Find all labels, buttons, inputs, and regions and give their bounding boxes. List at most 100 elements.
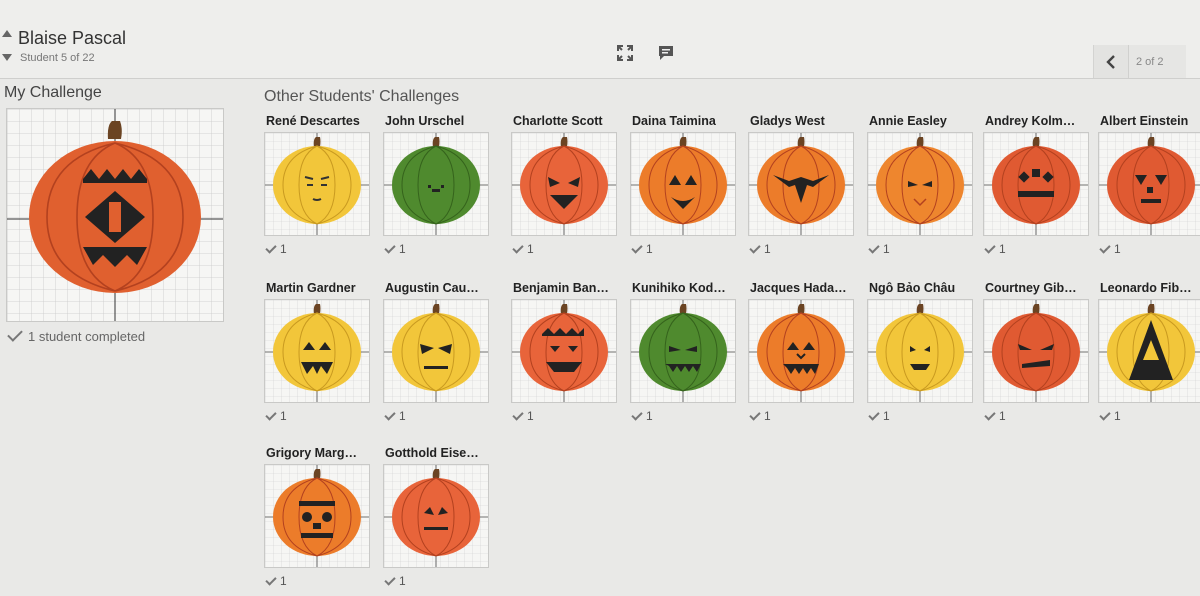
completion-status: 1 student completed [7, 326, 145, 344]
check-icon [1099, 242, 1111, 254]
completion-count: 1 [868, 242, 890, 256]
student-challenge-tile[interactable]: Ngô Bảo Châu 1 [867, 281, 979, 431]
student-name-label: Annie Easley [869, 114, 947, 128]
check-icon [384, 574, 396, 586]
pumpkin-thumbnail[interactable] [383, 464, 489, 568]
completion-count: 1 [384, 242, 406, 256]
chevron-up-icon[interactable] [2, 30, 12, 37]
pumpkin-thumbnail[interactable] [983, 299, 1089, 403]
pumpkin-thumbnail[interactable] [383, 299, 489, 403]
pumpkin-thumbnail[interactable] [748, 132, 854, 236]
student-name-label: Jacques Hada… [750, 281, 847, 295]
student-name-label: Andrey Kolm… [985, 114, 1076, 128]
completion-count: 1 [384, 574, 406, 588]
completion-count: 1 [265, 574, 287, 588]
header-bar: Blaise Pascal Student 5 of 22 2 of 2 [0, 0, 1200, 79]
student-challenge-tile[interactable]: Courtney Gib… 1 [983, 281, 1095, 431]
completion-count: 1 [631, 409, 653, 423]
student-name-label: Augustin Cau… [385, 281, 479, 295]
fullscreen-icon[interactable] [616, 44, 634, 62]
completion-count-value: 1 [527, 409, 534, 423]
student-challenge-tile[interactable]: Albert Einstein 1 [1098, 114, 1200, 264]
student-name-label: Benjamin Ban… [513, 281, 609, 295]
check-icon [984, 242, 996, 254]
completion-count-value: 1 [280, 409, 287, 423]
completion-count: 1 [749, 242, 771, 256]
completion-count-value: 1 [399, 574, 406, 588]
student-challenge-tile[interactable]: Benjamin Ban… 1 [511, 281, 623, 431]
completion-count-value: 1 [883, 409, 890, 423]
pumpkin-thumbnail[interactable] [511, 299, 617, 403]
completion-count-value: 1 [1114, 409, 1121, 423]
student-challenge-tile[interactable]: Martin Gardner 1 [264, 281, 376, 431]
pumpkin-thumbnail[interactable] [383, 132, 489, 236]
pumpkin-thumbnail[interactable] [511, 132, 617, 236]
student-challenge-tile[interactable]: Daina Taimina 1 [630, 114, 742, 264]
student-name-label: Gladys West [750, 114, 825, 128]
other-challenges-title: Other Students' Challenges [264, 88, 460, 105]
student-challenge-tile[interactable]: René Descartes 1 [264, 114, 376, 264]
completion-count: 1 [1099, 409, 1121, 423]
completion-count-value: 1 [999, 242, 1006, 256]
check-icon [984, 409, 996, 421]
check-icon [265, 409, 277, 421]
student-challenge-tile[interactable]: Charlotte Scott 1 [511, 114, 623, 264]
pumpkin-thumbnail[interactable] [867, 132, 973, 236]
pumpkin-thumbnail[interactable] [630, 299, 736, 403]
check-icon [1099, 409, 1111, 421]
student-name-label: Ngô Bảo Châu [869, 281, 956, 295]
student-challenge-tile[interactable]: Grigory Marg… 1 [264, 446, 376, 596]
chevron-left-icon [1106, 55, 1115, 69]
chevron-down-icon[interactable] [2, 54, 12, 61]
completion-count: 1 [749, 409, 771, 423]
student-challenge-tile[interactable]: Andrey Kolm… 1 [983, 114, 1095, 264]
student-challenge-tile[interactable]: Gotthold Eise… 1 [383, 446, 495, 596]
check-icon [384, 409, 396, 421]
completion-count: 1 [868, 409, 890, 423]
completion-count: 1 [984, 242, 1006, 256]
pumpkin-thumbnail[interactable] [264, 132, 370, 236]
pagination: 2 of 2 [1093, 45, 1186, 78]
student-name-label: Kunihiko Kod… [632, 281, 726, 295]
completion-count-value: 1 [646, 242, 653, 256]
completion-count: 1 [1099, 242, 1121, 256]
pumpkin-thumbnail[interactable] [1098, 299, 1200, 403]
pumpkin-thumbnail[interactable] [630, 132, 736, 236]
student-challenge-tile[interactable]: Leonardo Fib… 1 [1098, 281, 1200, 431]
comment-icon[interactable] [657, 44, 675, 62]
my-challenge-title: My Challenge [4, 84, 102, 101]
completion-count: 1 [512, 242, 534, 256]
check-icon [631, 242, 643, 254]
student-challenge-tile[interactable]: Kunihiko Kod… 1 [630, 281, 742, 431]
completion-count-value: 1 [764, 242, 771, 256]
student-name-label: Martin Gardner [266, 281, 356, 295]
student-name: Blaise Pascal [18, 28, 127, 48]
student-challenge-tile[interactable]: Augustin Cau… 1 [383, 281, 495, 431]
student-challenge-tile[interactable]: John Urschel 1 [383, 114, 495, 264]
my-challenge-card[interactable] [6, 108, 224, 322]
pumpkin-thumbnail[interactable] [748, 299, 854, 403]
check-icon [868, 409, 880, 421]
student-challenge-tile[interactable]: Gladys West 1 [748, 114, 860, 264]
completion-count-value: 1 [646, 409, 653, 423]
student-challenge-tile[interactable]: Jacques Hada… 1 [748, 281, 860, 431]
check-icon [7, 326, 23, 342]
student-count: Student 5 of 22 [20, 52, 95, 64]
pumpkin-thumbnail[interactable] [264, 464, 370, 568]
check-icon [631, 409, 643, 421]
student-name-label: Albert Einstein [1100, 114, 1189, 128]
student-name-label: Leonardo Fib… [1100, 281, 1192, 295]
pumpkin-thumbnail[interactable] [867, 299, 973, 403]
pumpkin-thumbnail[interactable] [983, 132, 1089, 236]
completion-count: 1 [631, 242, 653, 256]
student-challenge-tile[interactable]: Annie Easley 1 [867, 114, 979, 264]
previous-page-button[interactable] [1094, 45, 1129, 78]
check-icon [512, 242, 524, 254]
pumpkin-thumbnail[interactable] [264, 299, 370, 403]
pumpkin-thumbnail[interactable] [1098, 132, 1200, 236]
check-icon [512, 409, 524, 421]
check-icon [265, 574, 277, 586]
student-switcher[interactable] [2, 30, 16, 66]
check-icon [749, 409, 761, 421]
check-icon [749, 242, 761, 254]
